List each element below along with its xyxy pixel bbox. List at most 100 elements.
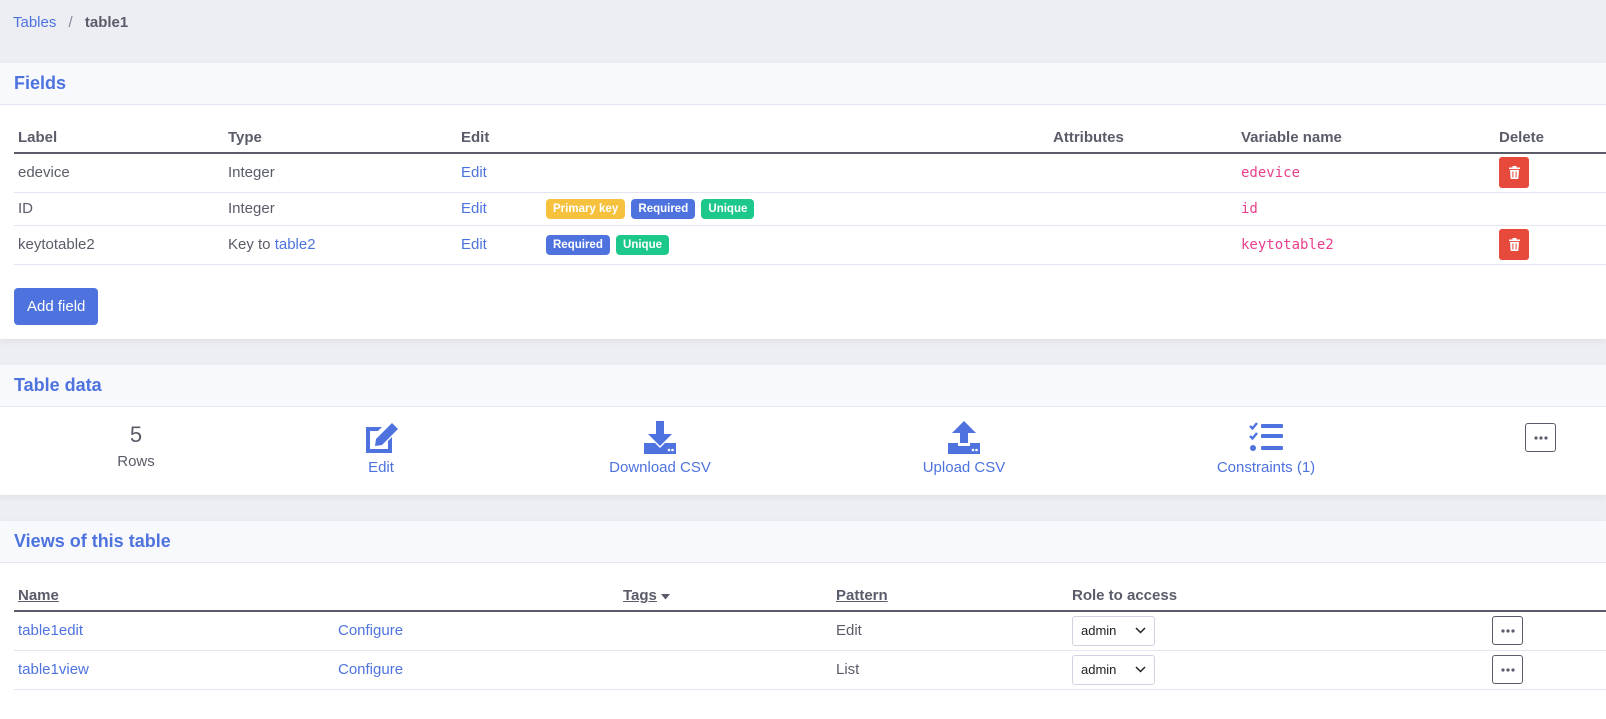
ellipsis-icon — [1500, 667, 1515, 672]
field-edit-link[interactable]: Edit — [461, 236, 487, 253]
field-badges — [542, 153, 1049, 192]
rows-count: 5 — [129, 422, 143, 447]
download-csv-label: Download CSV — [609, 459, 711, 476]
tasks-list-icon — [1249, 422, 1283, 451]
constraints-label: Constraints (1) — [1216, 459, 1316, 476]
breadcrumb: Tables / table1 — [0, 0, 1606, 46]
field-row: ID Integer Edit Primary key Required Uni… — [14, 192, 1606, 225]
view-tags — [619, 611, 832, 650]
role-select-value: admin — [1081, 662, 1117, 677]
edit-data-label: Edit — [368, 459, 394, 476]
upload-csv-label: Upload CSV — [922, 459, 1006, 476]
table-data-more-button[interactable] — [1525, 423, 1556, 452]
fields-title: Fields — [14, 73, 67, 93]
delete-field-button[interactable] — [1499, 157, 1529, 189]
table-data-actions: 5 Rows Edit Download CSV Upload CSV Cons… — [0, 407, 1606, 495]
sort-by-tags[interactable]: Tags — [623, 587, 657, 604]
col-attributes: Attributes — [1053, 129, 1124, 146]
edit-data-link[interactable]: Edit — [331, 421, 431, 476]
col-role: Role to access — [1072, 587, 1178, 604]
field-variable: edevice — [1241, 165, 1301, 182]
col-label: Label — [18, 129, 58, 146]
role-select-value: admin — [1081, 623, 1117, 639]
col-configure — [334, 581, 619, 611]
badge-primary-key: Primary key — [546, 198, 626, 219]
role-select[interactable]: admin — [1072, 615, 1155, 646]
field-type-table-link[interactable]: table2 — [275, 236, 316, 253]
field-edit-link[interactable]: Edit — [461, 164, 487, 181]
field-attributes — [1049, 225, 1237, 264]
field-label: edevice — [18, 164, 70, 182]
edit-icon — [366, 423, 398, 453]
field-attributes — [1049, 153, 1237, 192]
view-name-link[interactable]: table1view — [18, 661, 89, 678]
field-badges: Required Unique — [542, 225, 1049, 264]
download-icon — [644, 421, 676, 454]
col-delete: Delete — [1499, 129, 1545, 146]
field-type-prefix: Key to — [228, 236, 275, 253]
delete-field-button[interactable] — [1499, 229, 1529, 260]
badge-required: Required — [546, 234, 610, 255]
upload-csv-link[interactable]: Upload CSV — [884, 421, 1044, 476]
rows-count-block: 5 Rows — [86, 421, 186, 470]
upload-icon — [948, 421, 980, 454]
table-data-card-header: Table data — [0, 365, 1606, 407]
col-type: Type — [228, 129, 262, 146]
badge-unique: Unique — [616, 234, 669, 255]
views-card: Views of this table Name Tags Pattern Ro… — [0, 521, 1606, 719]
chevron-down-icon — [1135, 627, 1146, 634]
field-type: Integer — [228, 164, 275, 182]
field-badges: Primary key Required Unique — [542, 192, 1049, 225]
field-variable: id — [1241, 201, 1258, 217]
col-badges — [542, 123, 1049, 153]
view-configure-link[interactable]: Configure — [338, 661, 403, 678]
sort-by-pattern[interactable]: Pattern — [836, 587, 888, 604]
badge-required: Required — [631, 198, 696, 219]
view-tags — [619, 650, 832, 689]
field-attributes — [1049, 192, 1237, 225]
ellipsis-icon — [1533, 435, 1548, 440]
fields-card: Fields Label Type Edit Attributes Variab… — [0, 63, 1606, 339]
field-type: Integer — [228, 200, 275, 217]
download-csv-link[interactable]: Download CSV — [580, 421, 740, 476]
constraints-link[interactable]: Constraints (1) — [1191, 421, 1341, 476]
breadcrumb-separator: / — [68, 14, 73, 31]
field-row: keytotable2 Key to table2 Edit Required … — [14, 225, 1606, 264]
view-name-link[interactable]: table1edit — [18, 622, 83, 639]
chevron-down-icon — [1135, 666, 1146, 673]
caret-down-icon — [661, 594, 671, 600]
view-row: table1edit Configure Edit admin — [14, 611, 1606, 650]
view-pattern: List — [836, 661, 860, 678]
field-variable: keytotable2 — [1241, 237, 1334, 253]
field-label: ID — [18, 200, 33, 217]
field-row: edevice Integer Edit edevice — [14, 153, 1606, 192]
trash-icon — [1508, 166, 1520, 180]
badge-unique: Unique — [701, 198, 755, 219]
view-configure-link[interactable]: Configure — [338, 622, 403, 639]
breadcrumb-tables-link[interactable]: Tables — [13, 14, 56, 31]
table-data-card: Table data 5 Rows Edit Download CSV Uplo… — [0, 365, 1606, 495]
field-edit-link[interactable]: Edit — [461, 200, 487, 217]
add-field-button[interactable]: Add field — [14, 287, 99, 325]
field-label: keytotable2 — [18, 236, 95, 253]
fields-card-header: Fields — [0, 63, 1606, 105]
views-card-header: Views of this table — [0, 521, 1606, 563]
rows-label: Rows — [117, 453, 155, 470]
field-type: Key to table2 — [224, 225, 457, 264]
table-data-title: Table data — [14, 375, 102, 395]
view-pattern: Edit — [836, 622, 862, 640]
ellipsis-icon — [1500, 629, 1515, 633]
breadcrumb-current: table1 — [84, 14, 129, 31]
view-row: table1view Configure List admin — [14, 650, 1606, 689]
views-title: Views of this table — [14, 531, 171, 551]
col-actions — [1488, 581, 1606, 611]
fields-table: Label Type Edit Attributes Variable name… — [14, 123, 1606, 265]
view-more-button[interactable] — [1492, 616, 1523, 646]
trash-icon — [1508, 238, 1520, 251]
role-select[interactable]: admin — [1072, 654, 1155, 685]
col-edit: Edit — [461, 129, 490, 146]
col-variable: Variable name — [1241, 129, 1342, 146]
view-more-button[interactable] — [1492, 655, 1523, 684]
sort-by-name[interactable]: Name — [18, 587, 59, 604]
views-table: Name Tags Pattern Role to access table1e… — [14, 581, 1606, 690]
